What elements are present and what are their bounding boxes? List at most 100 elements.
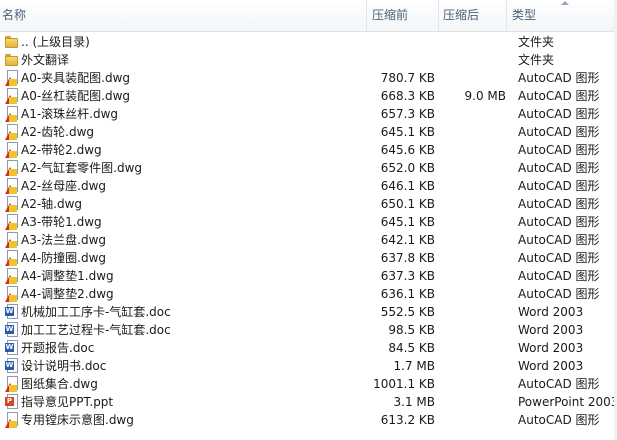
word-document-icon: W — [4, 358, 19, 374]
column-header-type-label: 类型 — [512, 8, 537, 22]
file-size: 637.8 KB — [380, 251, 435, 265]
file-row[interactable]: A4-防撞圈.dwg 637.8 KB AutoCAD 图形 — [0, 249, 617, 267]
column-header-name[interactable]: 名称 — [2, 0, 26, 31]
file-row[interactable]: A0-丝杠装配图.dwg 668.3 KB 9.0 MB AutoCAD 图形 — [0, 87, 617, 105]
file-type: AutoCAD 图形 — [518, 269, 600, 283]
file-row[interactable]: A3-法兰盘.dwg 642.1 KB AutoCAD 图形 — [0, 231, 617, 249]
file-type: Word 2003 — [518, 359, 584, 373]
file-type: AutoCAD 图形 — [518, 89, 600, 103]
file-size: 613.2 KB — [380, 413, 435, 427]
file-name: A4-调整垫1.dwg — [21, 269, 114, 283]
file-size: 84.5 KB — [388, 341, 435, 355]
file-size: 650.1 KB — [380, 197, 435, 211]
file-size: 98.5 KB — [388, 323, 435, 337]
file-name: A4-调整垫2.dwg — [21, 287, 114, 301]
file-name: A2-气缸套零件图.dwg — [21, 161, 143, 175]
file-type: 文件夹 — [518, 35, 555, 49]
file-row[interactable]: A2-气缸套零件图.dwg 652.0 KB AutoCAD 图形 — [0, 159, 617, 177]
autocad-drawing-icon — [4, 178, 19, 194]
file-row[interactable]: A3-带轮1.dwg 645.1 KB AutoCAD 图形 — [0, 213, 617, 231]
file-name: 专用镗床示意图.dwg — [21, 413, 134, 427]
sort-ascending-icon — [560, 1, 569, 5]
word-document-icon: W — [4, 304, 19, 320]
autocad-drawing-icon — [4, 268, 19, 284]
autocad-drawing-icon — [4, 142, 19, 158]
file-name: A2-丝母座.dwg — [21, 179, 107, 193]
file-name: A2-轴.dwg — [21, 197, 83, 211]
column-header-compressed-size[interactable]: 压缩前 — [366, 0, 442, 31]
file-row[interactable]: A2-轴.dwg 650.1 KB AutoCAD 图形 — [0, 195, 617, 213]
autocad-drawing-icon — [4, 106, 19, 122]
file-type: AutoCAD 图形 — [518, 251, 600, 265]
file-type: AutoCAD 图形 — [518, 179, 600, 193]
file-name: 指导意见PPT.ppt — [21, 395, 114, 409]
autocad-drawing-icon — [4, 70, 19, 86]
file-size: 645.6 KB — [380, 143, 435, 157]
file-size: 652.0 KB — [380, 161, 435, 175]
file-name: .. (上级目录) — [21, 35, 90, 49]
file-type: AutoCAD 图形 — [518, 125, 600, 139]
file-name: A4-防撞圈.dwg — [21, 251, 107, 265]
autocad-drawing-icon — [4, 376, 19, 392]
file-row[interactable]: A2-丝母座.dwg 646.1 KB AutoCAD 图形 — [0, 177, 617, 195]
file-row[interactable]: W 设计说明书.doc 1.7 MB Word 2003 — [0, 357, 617, 375]
file-name: A3-法兰盘.dwg — [21, 233, 107, 247]
file-size: 780.7 KB — [380, 71, 435, 85]
column-header-type[interactable]: 类型 — [506, 0, 617, 31]
powerpoint-icon: P — [4, 394, 19, 410]
file-name: A1-滚珠丝杆.dwg — [21, 107, 119, 121]
autocad-drawing-icon — [4, 286, 19, 302]
file-type: AutoCAD 图形 — [518, 71, 600, 85]
file-size: 1.7 MB — [393, 359, 435, 373]
file-row[interactable]: A0-夹具装配图.dwg 780.7 KB AutoCAD 图形 — [0, 69, 617, 87]
autocad-drawing-icon — [4, 214, 19, 230]
file-name: 设计说明书.doc — [21, 359, 107, 373]
file-row[interactable]: W 开题报告.doc 84.5 KB Word 2003 — [0, 339, 617, 357]
file-type: Word 2003 — [518, 341, 584, 355]
file-row[interactable]: A2-带轮2.dwg 645.6 KB AutoCAD 图形 — [0, 141, 617, 159]
file-type: Word 2003 — [518, 323, 584, 337]
file-type: PowerPoint 2003 — [518, 395, 617, 409]
file-name: A0-丝杠装配图.dwg — [21, 89, 131, 103]
file-size: 1001.1 KB — [373, 377, 435, 391]
file-size: 642.1 KB — [380, 233, 435, 247]
file-name: 开题报告.doc — [21, 341, 95, 355]
file-name: A2-带轮2.dwg — [21, 143, 102, 157]
file-type: AutoCAD 图形 — [518, 377, 600, 391]
file-type: AutoCAD 图形 — [518, 107, 600, 121]
file-name: 外文翻译 — [21, 53, 70, 67]
file-row[interactable]: A2-齿轮.dwg 645.1 KB AutoCAD 图形 — [0, 123, 617, 141]
file-size: 552.5 KB — [380, 305, 435, 319]
file-row[interactable]: A1-滚珠丝杆.dwg 657.3 KB AutoCAD 图形 — [0, 105, 617, 123]
autocad-drawing-icon — [4, 412, 19, 428]
folder-icon — [4, 52, 19, 68]
file-row[interactable]: A4-调整垫2.dwg 636.1 KB AutoCAD 图形 — [0, 285, 617, 303]
file-row[interactable]: W 加工工艺过程卡-气缸套.doc 98.5 KB Word 2003 — [0, 321, 617, 339]
autocad-drawing-icon — [4, 196, 19, 212]
file-type: AutoCAD 图形 — [518, 215, 600, 229]
autocad-drawing-icon — [4, 88, 19, 104]
file-size: 645.1 KB — [380, 125, 435, 139]
autocad-drawing-icon — [4, 160, 19, 176]
file-row[interactable]: 专用镗床示意图.dwg 613.2 KB AutoCAD 图形 — [0, 411, 617, 429]
file-type: 文件夹 — [518, 53, 555, 67]
file-row[interactable]: P 指导意见PPT.ppt 3.1 MB PowerPoint 2003 — [0, 393, 617, 411]
file-type: AutoCAD 图形 — [518, 233, 600, 247]
column-header-bar: 名称 压缩前 压缩后 类型 — [0, 0, 617, 32]
folder-icon — [4, 34, 19, 50]
file-size: 646.1 KB — [380, 179, 435, 193]
file-row[interactable]: 图纸集合.dwg 1001.1 KB AutoCAD 图形 — [0, 375, 617, 393]
file-name: 机械加工工序卡-气缸套.doc — [21, 305, 171, 319]
file-name: 加工工艺过程卡-气缸套.doc — [21, 323, 171, 337]
file-name: 图纸集合.dwg — [21, 377, 98, 391]
file-row[interactable]: W 机械加工工序卡-气缸套.doc 552.5 KB Word 2003 — [0, 303, 617, 321]
file-size: 3.1 MB — [393, 395, 435, 409]
file-size: 668.3 KB — [380, 89, 435, 103]
word-document-icon: W — [4, 322, 19, 338]
file-row[interactable]: 外文翻译 文件夹 — [0, 51, 617, 69]
file-row[interactable]: A4-调整垫1.dwg 637.3 KB AutoCAD 图形 — [0, 267, 617, 285]
column-header-original-size[interactable]: 压缩后 — [438, 0, 511, 31]
file-packed-size: 9.0 MB — [464, 89, 506, 103]
file-size: 637.3 KB — [380, 269, 435, 283]
file-row[interactable]: .. (上级目录) 文件夹 — [0, 33, 617, 51]
